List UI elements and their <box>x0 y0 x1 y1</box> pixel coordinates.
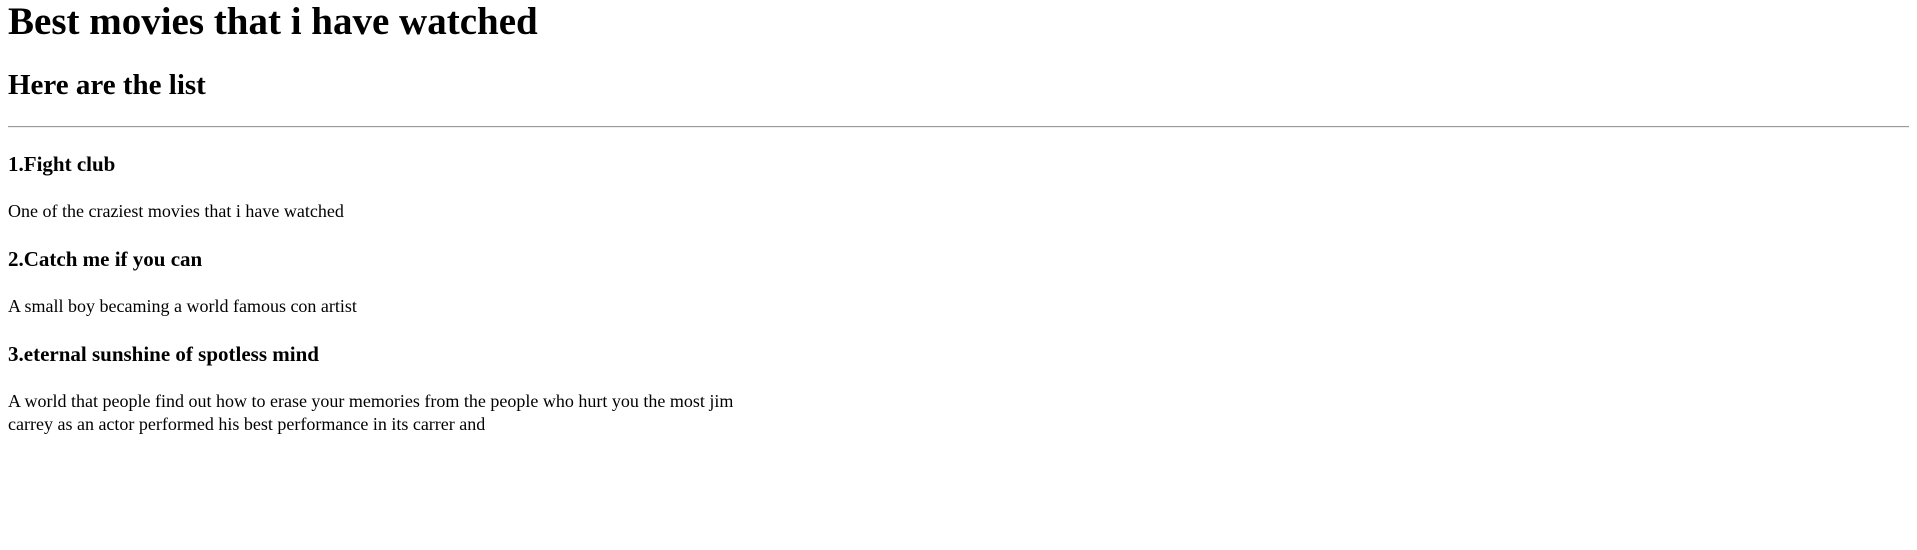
movie-description: A world that people find out how to eras… <box>8 391 734 434</box>
page: Best movies that i have watched Here are… <box>0 0 1917 550</box>
movie-heading: 2.Catch me if you can <box>8 247 203 271</box>
movie-description: A small boy becaming a world famous con … <box>8 296 357 316</box>
movie-description: One of the craziest movies that i have w… <box>8 201 344 221</box>
movie-item-eternal-sunshine: 3.eternal sunshine of spotless mind A wo… <box>8 342 1909 436</box>
page-title: Best movies that i have watched <box>8 0 538 43</box>
movie-heading: 3.eternal sunshine of spotless mind <box>8 342 319 366</box>
divider <box>8 126 1909 128</box>
movie-item-fight-club: 1.Fight club One of the craziest movies … <box>8 152 1909 223</box>
movie-item-catch-me-if-you-can: 2.Catch me if you can A small boy becami… <box>8 247 1909 318</box>
movie-heading: 1.Fight club <box>8 152 116 176</box>
page-subtitle: Here are the list <box>8 69 206 101</box>
